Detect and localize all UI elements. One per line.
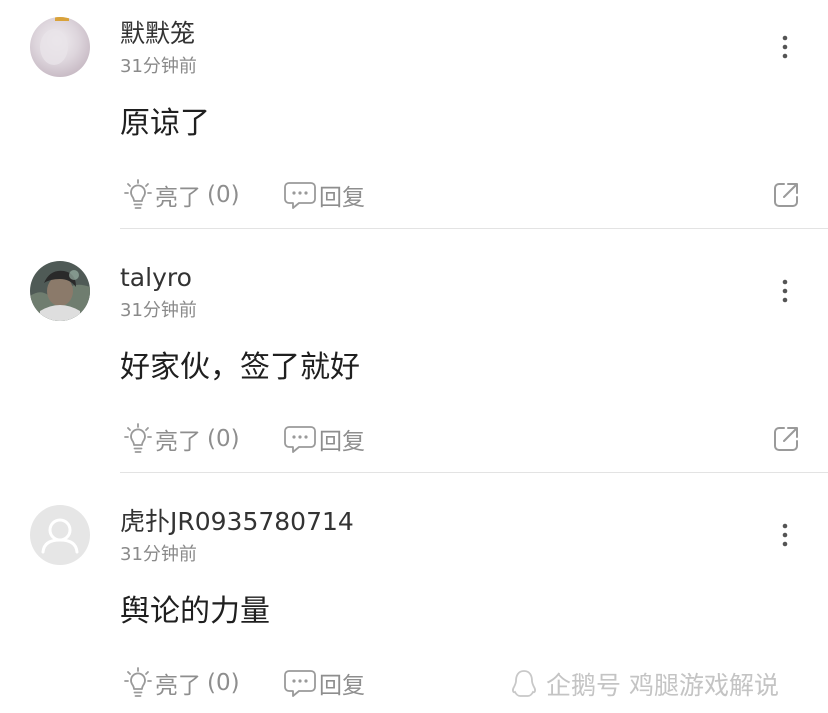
- timestamp: 31分钟前: [120, 300, 197, 321]
- divider: [120, 228, 828, 229]
- share-icon: [774, 427, 798, 451]
- divider: [120, 472, 828, 473]
- reply-button[interactable]: 回复: [283, 175, 365, 215]
- default-avatar-icon: [30, 505, 90, 565]
- more-options-button[interactable]: [770, 518, 800, 552]
- more-vertical-icon: [782, 35, 788, 59]
- more-vertical-icon: [782, 279, 788, 303]
- username[interactable]: talyro: [120, 261, 192, 295]
- like-button[interactable]: 亮了 (0): [123, 419, 240, 459]
- username[interactable]: 虎扑JR0935780714: [120, 505, 354, 539]
- comment-text: 舆论的力量: [120, 594, 270, 629]
- like-count: (0): [207, 426, 240, 452]
- watermark-text: 企鹅号 鸡腿游戏解说: [546, 671, 779, 700]
- like-count: (0): [207, 670, 240, 696]
- like-label: 亮了: [155, 429, 201, 455]
- share-button[interactable]: [772, 425, 800, 453]
- lightbulb-icon: [124, 179, 152, 209]
- avatar[interactable]: [30, 505, 90, 565]
- reply-button[interactable]: 回复: [283, 419, 365, 459]
- comment-bubble-icon: [284, 426, 316, 453]
- more-vertical-icon: [782, 523, 788, 547]
- share-icon: [774, 183, 798, 207]
- reply-button[interactable]: 回复: [283, 663, 365, 703]
- timestamp: 31分钟前: [120, 544, 197, 565]
- like-button[interactable]: 亮了 (0): [123, 175, 240, 215]
- like-count: (0): [207, 182, 240, 208]
- comment-text: 好家伙，签了就好: [120, 350, 360, 385]
- comment-text: 原谅了: [120, 106, 210, 141]
- like-label: 亮了: [155, 673, 201, 699]
- comment-bubble-icon: [284, 670, 316, 697]
- lightbulb-icon: [124, 423, 152, 453]
- lightbulb-icon: [124, 667, 152, 697]
- watermark: 企鹅号 鸡腿游戏解说: [510, 666, 779, 702]
- more-options-button[interactable]: [770, 30, 800, 64]
- username[interactable]: 默默笼: [120, 17, 195, 51]
- avatar[interactable]: [30, 261, 90, 321]
- reply-label: 回复: [319, 185, 365, 211]
- qq-penguin-icon: [512, 670, 536, 697]
- like-button[interactable]: 亮了 (0): [123, 663, 240, 703]
- avatar[interactable]: [30, 17, 90, 77]
- reply-label: 回复: [319, 429, 365, 455]
- comment-bubble-icon: [284, 182, 316, 209]
- more-options-button[interactable]: [770, 274, 800, 308]
- like-label: 亮了: [155, 185, 201, 211]
- reply-label: 回复: [319, 673, 365, 699]
- timestamp: 31分钟前: [120, 56, 197, 77]
- share-button[interactable]: [772, 181, 800, 209]
